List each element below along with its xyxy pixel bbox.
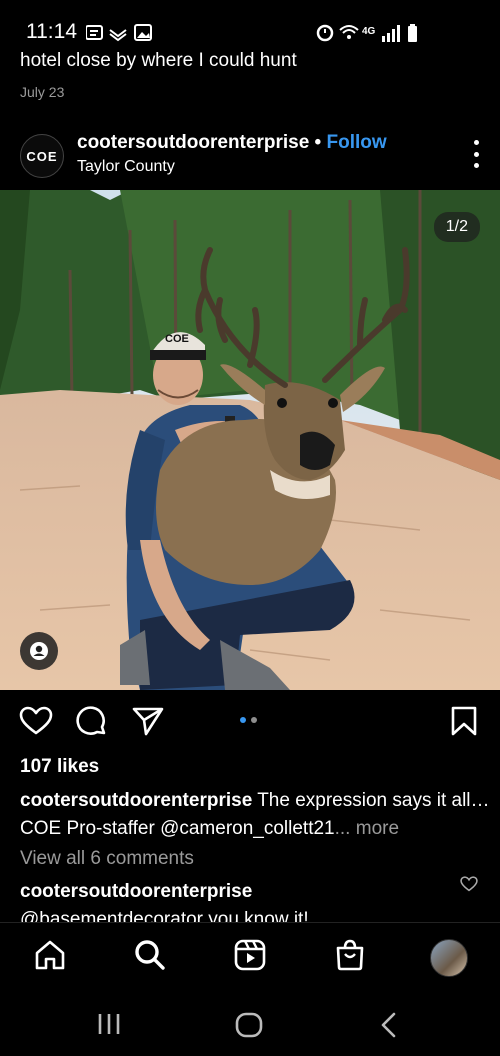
comment-username[interactable]: cootersoutdoorenterprise bbox=[20, 881, 252, 902]
status-bar: 11:14 4G bbox=[0, 0, 500, 50]
reels-icon[interactable] bbox=[234, 939, 266, 971]
home-icon[interactable] bbox=[34, 939, 66, 971]
search-icon[interactable] bbox=[134, 939, 166, 971]
previous-post-date: July 23 bbox=[20, 84, 65, 100]
previous-post-caption: hotel close by where I could hunt bbox=[20, 50, 297, 71]
carousel-indicator bbox=[240, 717, 257, 723]
more-vertical-icon[interactable] bbox=[472, 140, 480, 168]
profile-avatar[interactable] bbox=[430, 939, 468, 977]
carousel-dot bbox=[251, 717, 257, 723]
send-icon[interactable] bbox=[132, 706, 164, 736]
status-system-icons: 4G bbox=[316, 24, 417, 42]
small-heart-icon[interactable] bbox=[460, 876, 478, 892]
shop-icon[interactable] bbox=[334, 939, 366, 971]
likes-count[interactable]: 107 likes bbox=[20, 756, 99, 778]
deer-photo-illustration: COE bbox=[0, 190, 500, 690]
post-username-row: cootersoutdoorenterprise • Follow bbox=[77, 132, 387, 154]
back-icon[interactable] bbox=[378, 1012, 400, 1038]
caption-username[interactable]: cootersoutdoorenterprise bbox=[20, 790, 252, 811]
bottom-navigation bbox=[0, 922, 500, 995]
status-time: 11:14 bbox=[26, 20, 77, 43]
user-tag-icon[interactable] bbox=[20, 632, 58, 670]
post-header: COE cootersoutdoorenterprise • Follow Ta… bbox=[0, 128, 500, 184]
comment-text: @basementdecorator you know it! bbox=[20, 909, 309, 922]
avatar-logo-text: COE bbox=[26, 148, 58, 164]
post-username[interactable]: cootersoutdoorenterprise bbox=[77, 132, 309, 153]
bookmark-icon[interactable] bbox=[451, 706, 477, 736]
separator-dot: • bbox=[314, 132, 322, 153]
caption-more-link[interactable]: ... more bbox=[335, 818, 399, 839]
home-circle-icon[interactable] bbox=[235, 1012, 263, 1038]
follow-button[interactable]: Follow bbox=[326, 132, 386, 153]
post-caption: cootersoutdoorenterprise The expression … bbox=[20, 787, 490, 843]
post-image[interactable]: COE 1/2 bbox=[0, 190, 500, 690]
image-counter: 1/2 bbox=[433, 212, 480, 242]
status-notification-icons bbox=[86, 24, 152, 42]
post-actions bbox=[0, 700, 500, 744]
system-navigation bbox=[0, 994, 500, 1056]
recents-icon[interactable] bbox=[96, 1012, 122, 1036]
account-avatar[interactable]: COE bbox=[20, 134, 64, 178]
post-location[interactable]: Taylor County bbox=[77, 158, 175, 176]
comment-icon[interactable] bbox=[76, 706, 108, 738]
view-all-comments-link[interactable]: View all 6 comments bbox=[20, 848, 194, 870]
carousel-dot-active bbox=[240, 717, 246, 723]
svg-text:4G: 4G bbox=[362, 26, 376, 37]
heart-icon[interactable] bbox=[19, 706, 53, 736]
top-comment: cootersoutdoorenterprise @basementdecora… bbox=[20, 878, 450, 922]
hat-logo: COE bbox=[165, 333, 189, 345]
